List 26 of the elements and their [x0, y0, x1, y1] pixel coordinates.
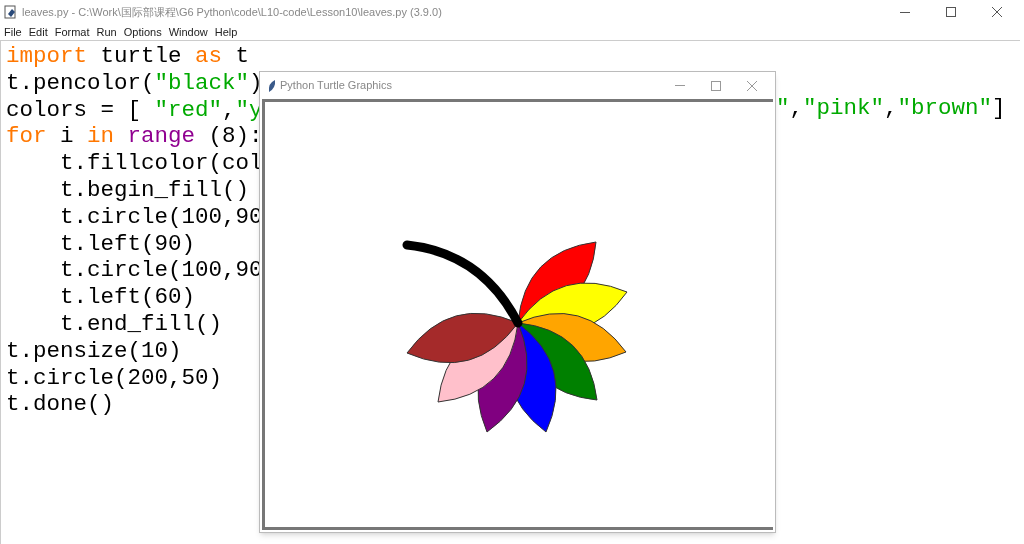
code-line: ","pink","brown"] — [776, 95, 1006, 122]
code-line: t.left(90) — [59, 230, 196, 258]
code-line: t.end_fill() — [59, 310, 223, 338]
menu-item[interactable]: Run — [96, 23, 117, 41]
code-line: for i in range (8): — [6, 123, 263, 151]
menu-item[interactable]: Window — [168, 23, 208, 41]
feather-icon — [268, 79, 276, 92]
menu-item[interactable]: File — [4, 23, 22, 41]
code-line: t.fillcolor(col — [59, 150, 263, 177]
code-line: t.circle(100,90 — [59, 203, 263, 231]
code-line: t.done() — [6, 391, 115, 419]
menu-item[interactable]: Format — [54, 23, 90, 41]
menu-item[interactable]: Options — [123, 23, 162, 41]
code-line: t.pensize(10) — [6, 337, 182, 365]
code-line: t.left(60) — [59, 284, 196, 311]
code-line: t.circle(100,90 — [59, 257, 263, 285]
code-line: t.begin_fill() — [59, 177, 250, 204]
python-file-icon — [4, 5, 18, 19]
menu-item[interactable]: Help — [214, 23, 238, 41]
window-title: leaves.py - C:\Work\国际部课程\G6 Python\code\L10-code\Lesson10\leaves.py (3.9.0) — [22, 4, 442, 20]
menu-item[interactable]: Edit — [28, 23, 48, 41]
code-line: t.pencolor("black") — [6, 69, 263, 97]
close-icon[interactable] — [992, 7, 1002, 17]
code-line: t.circle(200,50) — [6, 364, 223, 392]
code-line: import turtle as t — [6, 43, 250, 70]
window-title: Python Turtle Graphics — [280, 78, 392, 94]
